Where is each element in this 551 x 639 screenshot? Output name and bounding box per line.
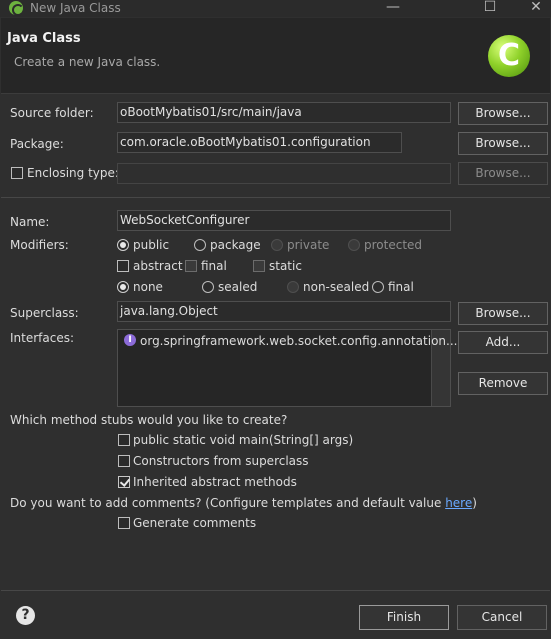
generate-comments-label: Generate comments	[133, 516, 257, 530]
inherited-methods-label: Inherited abstract methods	[133, 475, 297, 489]
modifier-protected-radio[interactable]	[348, 239, 360, 251]
main-method-label: public static void main(String[] args)	[133, 433, 354, 447]
static-label: static	[269, 259, 302, 273]
stubs-question: Which method stubs would you like to cre…	[10, 413, 288, 427]
main-method-checkbox[interactable]	[118, 434, 130, 446]
modifier-package-radio[interactable]	[194, 239, 206, 251]
sealing-non-sealed-radio[interactable]	[287, 281, 299, 293]
wizard-subtitle: Create a new Java class.	[14, 55, 161, 69]
cancel-button[interactable]: Cancel	[457, 605, 547, 630]
maximize-button[interactable]: ☐	[475, 0, 505, 17]
modifier-protected-label: protected	[364, 238, 423, 252]
superclass-browse-button[interactable]: Browse...	[458, 302, 548, 325]
comments-question: Do you want to add comments? (Configure …	[10, 496, 477, 510]
modifier-public-radio[interactable]	[117, 239, 129, 251]
superclass-label: Superclass:	[10, 306, 79, 320]
sealing-sealed-radio[interactable]	[202, 281, 214, 293]
modifier-public-label: public	[133, 238, 170, 252]
static-checkbox[interactable]	[253, 260, 265, 272]
modifiers-label: Modifiers:	[10, 238, 69, 252]
abstract-label: abstract	[133, 259, 183, 273]
constructors-label: Constructors from superclass	[133, 454, 309, 468]
comments-question-text: Do you want to add comments? (Configure …	[10, 496, 446, 510]
add-interface-button[interactable]: Add...	[458, 331, 548, 354]
sealing-sealed-label: sealed	[218, 280, 258, 294]
modifier-private-radio[interactable]	[271, 239, 283, 251]
interface-list-item[interactable]: org.springframework.web.socket.config.an…	[140, 334, 461, 348]
sealing-none-radio[interactable]	[117, 281, 129, 293]
class-name-input[interactable]: WebSocketConfigurer	[117, 210, 451, 231]
superclass-input[interactable]: java.lang.Object	[117, 301, 451, 322]
wizard-title: Java Class	[7, 31, 81, 46]
window-title: New Java Class	[30, 1, 121, 15]
separator	[1, 197, 550, 198]
package-input[interactable]: com.oracle.oBootMybatis01.configuration	[117, 132, 402, 153]
enclosing-type-checkbox[interactable]	[11, 167, 23, 179]
inherited-methods-checkbox[interactable]	[118, 476, 130, 488]
modifier-package-label: package	[210, 238, 261, 252]
source-folder-browse-button[interactable]: Browse...	[458, 102, 548, 125]
configure-templates-link[interactable]: here	[445, 496, 472, 510]
enclosing-type-label: Enclosing type:	[27, 166, 119, 180]
enclosing-type-browse-button[interactable]: Browse...	[458, 162, 548, 185]
java-class-logo-icon: C	[488, 35, 530, 77]
generate-comments-checkbox[interactable]	[118, 517, 130, 529]
spring-app-icon	[9, 1, 24, 16]
interface-icon: I	[124, 334, 136, 346]
sealing-final-radio[interactable]	[372, 281, 384, 293]
interfaces-label: Interfaces:	[10, 331, 75, 345]
close-button[interactable]: ✕	[521, 0, 551, 17]
sealing-none-label: none	[133, 280, 163, 294]
remove-interface-button[interactable]: Remove	[458, 372, 548, 395]
name-label: Name:	[10, 215, 50, 229]
help-icon[interactable]: ?	[16, 606, 35, 625]
final-checkbox[interactable]	[185, 260, 197, 272]
enclosing-type-input[interactable]	[117, 163, 451, 184]
sealing-final-label: final	[388, 280, 414, 294]
modifier-private-label: private	[287, 238, 330, 252]
package-label: Package:	[10, 137, 64, 151]
abstract-checkbox[interactable]	[117, 260, 129, 272]
source-folder-label: Source folder:	[10, 106, 94, 120]
sealing-non-sealed-label: non-sealed	[303, 280, 370, 294]
constructors-checkbox[interactable]	[118, 455, 130, 467]
source-folder-input[interactable]: oBootMybatis01/src/main/java	[117, 102, 451, 123]
footer-separator	[1, 590, 550, 591]
final-label: final	[201, 259, 227, 273]
finish-button[interactable]: Finish	[359, 605, 449, 630]
minimize-button[interactable]: —	[378, 0, 408, 17]
package-browse-button[interactable]: Browse...	[458, 132, 548, 155]
comments-question-suffix: )	[472, 496, 477, 510]
